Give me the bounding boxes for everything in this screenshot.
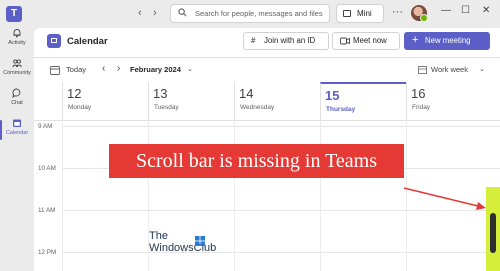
scrollbar-thumb[interactable] [490,213,496,253]
day-name: Tuesday [154,104,179,111]
search-icon [178,8,187,17]
day-number: 15 [325,88,340,103]
view-chevron-down-icon[interactable]: ⌄ [479,65,485,73]
avatar[interactable] [411,5,428,22]
watermark: The WindowsClub [149,230,216,254]
month-picker[interactable]: February 2024 [130,65,181,74]
page-title: Calendar [67,36,108,47]
title-bar: T ‹ › Search for people, messages and fi… [0,0,500,28]
rail-label: Calendar [5,130,29,136]
rail-item-chat[interactable]: Chat [0,88,34,114]
join-with-id-button[interactable]: # Join with an ID [243,32,329,50]
day-column-divider [62,120,63,271]
day-header[interactable]: 16 Friday [406,82,500,120]
annotation-banner: Scroll bar is missing in Teams [109,144,404,178]
hour-line [62,210,500,211]
day-number: 16 [411,86,426,101]
day-header-row: 12 Monday 13 Tuesday 14 Wednesday 15 Thu… [34,82,500,121]
day-name: Thursday [326,106,356,113]
day-header-today[interactable]: 15 Thursday [320,82,406,120]
day-name: Monday [68,104,92,111]
rail-label: Chat [11,100,23,106]
presence-status-icon [420,14,428,22]
day-header[interactable]: 13 Tuesday [148,82,234,120]
time-label: 10 AM [38,165,56,172]
meet-now-label: Meet now [353,36,387,45]
windows-logo-icon [195,236,205,246]
day-header[interactable]: 14 Wednesday [234,82,320,120]
rail-item-calendar[interactable]: Calendar [0,118,34,144]
time-label: 9 AM [38,123,53,130]
next-week-icon[interactable]: › [117,63,120,74]
join-with-id-label: Join with an ID [264,36,316,45]
calendar-pane: Calendar # Join with an ID Meet now + Ne… [34,28,500,271]
day-column-divider [320,120,321,271]
app-rail: Activity Community Chat Calendar [0,28,34,271]
video-camera-icon [340,37,350,45]
bell-icon [13,29,21,38]
watermark-line1: The [149,230,168,242]
today-button[interactable]: Today [66,65,86,74]
rail-label: Community [3,70,31,76]
header-divider [34,57,500,58]
plus-icon: + [412,34,419,46]
time-grid[interactable]: 9 AM 10 AM 11 AM 12 PM [34,120,500,271]
meet-now-button[interactable]: Meet now [332,32,400,50]
new-meeting-label: New meeting [425,36,471,45]
community-icon [12,59,22,68]
chat-icon [12,88,21,98]
more-options-icon[interactable]: ··· [392,6,403,18]
chevron-down-icon[interactable]: ⌄ [187,65,193,73]
mini-window-icon [343,10,351,17]
hour-line [62,252,500,253]
mini-button[interactable]: Mini [336,4,384,23]
new-meeting-button[interactable]: + New meeting [404,32,490,50]
search-placeholder: Search for people, messages and files [195,9,323,18]
hour-line [62,126,500,127]
view-selector[interactable]: Work week [431,65,468,74]
teams-logo-icon: T [6,6,22,22]
calendar-small-icon [50,66,60,75]
rail-item-community[interactable]: Community [0,58,34,84]
time-label: 12 PM [38,249,57,256]
day-number: 12 [67,86,82,101]
mini-label: Mini [357,9,372,18]
maximize-button[interactable]: ☐ [461,5,470,16]
day-name: Friday [412,104,431,111]
calendar-app-icon [47,34,61,48]
day-column-divider [406,120,407,271]
watermark-line2: WindowsClub [149,242,217,254]
day-name: Wednesday [240,104,275,111]
calendar-icon [13,119,21,127]
day-number: 13 [153,86,168,101]
forward-arrow-icon[interactable]: › [153,7,157,19]
close-button[interactable]: ✕ [482,5,490,16]
hash-icon: # [251,36,256,45]
rail-label: Activity [8,40,26,46]
day-column-divider [234,120,235,271]
previous-week-icon[interactable]: ‹ [102,63,105,74]
time-label: 11 AM [38,207,56,214]
search-input[interactable]: Search for people, messages and files [170,4,330,23]
minimize-button[interactable]: — [441,5,451,16]
day-number: 14 [239,86,254,101]
view-grid-icon [418,66,427,74]
day-header[interactable]: 12 Monday [62,82,148,120]
back-arrow-icon[interactable]: ‹ [138,7,142,19]
rail-item-activity[interactable]: Activity [0,28,34,54]
